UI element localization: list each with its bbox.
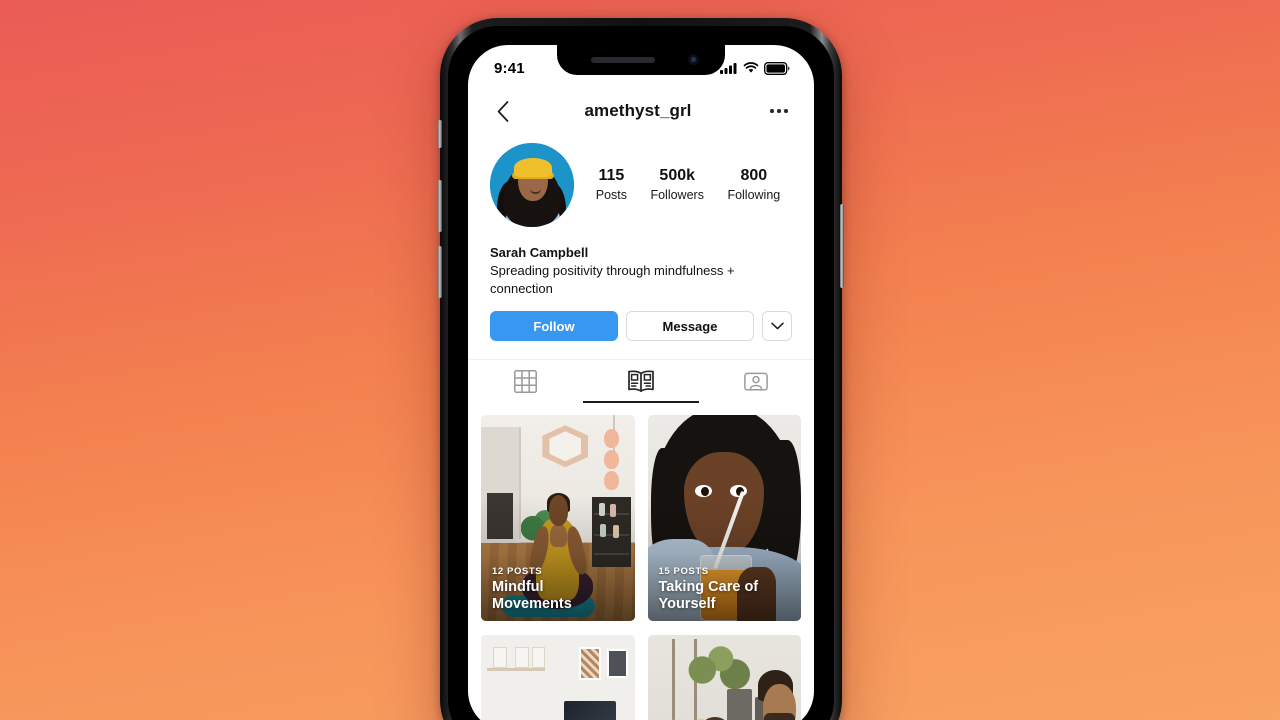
card-post-count: 12 POSTS xyxy=(492,566,543,577)
message-button[interactable]: Message xyxy=(626,311,754,341)
navigation-header: amethyst_grl xyxy=(468,89,814,133)
stat-followers-label: Followers xyxy=(650,188,704,202)
card-title: Taking Care of Yourself xyxy=(658,579,759,612)
phone-screen: 9:41 amethyst_grl 115 Posts 500k Followe… xyxy=(468,45,814,720)
tab-tagged[interactable] xyxy=(699,360,814,403)
follow-button[interactable]: Follow xyxy=(490,311,618,341)
tab-guides[interactable] xyxy=(583,360,699,403)
guides-grid: 12 POSTS Mindful Movements 15 POSTS Taki… xyxy=(468,403,814,720)
battery-full-icon xyxy=(764,61,790,75)
card-text-block: 15 POSTS Taking Care of Yourself xyxy=(659,566,794,612)
stat-following-label: Following xyxy=(727,188,781,202)
stat-following[interactable]: 800 Following xyxy=(727,166,780,204)
card-title: Mindful Movements xyxy=(492,579,572,612)
stat-posts-value: 115 xyxy=(598,167,625,184)
more-options-button[interactable] xyxy=(766,109,792,113)
guides-book-icon xyxy=(628,370,654,393)
profile-action-buttons: Follow Message xyxy=(468,297,814,341)
tagged-person-icon xyxy=(744,372,769,391)
stat-posts-label: Posts xyxy=(595,188,627,202)
status-bar-time: 9:41 xyxy=(494,59,525,77)
front-camera-icon xyxy=(688,54,699,65)
device-notch xyxy=(557,45,725,75)
volume-down-button[interactable] xyxy=(438,246,442,298)
chevron-left-icon xyxy=(497,100,509,122)
volume-up-button[interactable] xyxy=(438,180,442,232)
chevron-down-icon xyxy=(770,322,784,330)
grid-icon xyxy=(514,370,538,393)
phone-bezel: 9:41 amethyst_grl 115 Posts 500k Followe… xyxy=(448,26,834,720)
phone-device-frame: 9:41 amethyst_grl 115 Posts 500k Followe… xyxy=(438,18,844,720)
profile-bio-block: Sarah Campbell Spreading positivity thro… xyxy=(468,227,814,297)
stat-followers[interactable]: 500k Followers xyxy=(650,166,704,204)
guide-card[interactable] xyxy=(481,635,635,720)
power-button[interactable] xyxy=(840,204,844,288)
profile-bio-text: Spreading positivity through mindfulness… xyxy=(490,263,735,296)
stat-followers-value: 500k xyxy=(659,167,696,184)
guide-card[interactable] xyxy=(647,635,801,720)
status-bar-indicators xyxy=(720,61,814,75)
more-actions-dropdown-button[interactable] xyxy=(762,311,792,341)
speaker-grille-icon xyxy=(591,57,655,63)
guide-card[interactable]: 15 POSTS Taking Care of Yourself xyxy=(647,415,801,621)
guide-cover-garden-father-and-son xyxy=(647,635,801,720)
profile-avatar[interactable] xyxy=(490,143,574,227)
silent-switch[interactable] xyxy=(438,120,442,148)
more-options-icon xyxy=(770,109,788,113)
tab-grid[interactable] xyxy=(468,360,583,403)
stat-following-value: 800 xyxy=(740,167,768,184)
page-title-username: amethyst_grl xyxy=(584,101,692,120)
guide-card[interactable]: 12 POSTS Mindful Movements xyxy=(481,415,635,621)
stat-posts[interactable]: 115 Posts xyxy=(596,166,627,204)
profile-stats: 115 Posts 500k Followers 800 Following xyxy=(574,166,792,204)
profile-tab-bar xyxy=(468,359,814,403)
wifi-icon xyxy=(743,62,759,73)
guide-cover-living-room-stretch xyxy=(481,635,635,720)
profile-display-name: Sarah Campbell xyxy=(490,245,589,260)
card-text-block: 12 POSTS Mindful Movements xyxy=(492,566,627,612)
card-post-count: 15 POSTS xyxy=(658,566,709,577)
profile-summary-row: 115 Posts 500k Followers 800 Following xyxy=(468,133,814,227)
